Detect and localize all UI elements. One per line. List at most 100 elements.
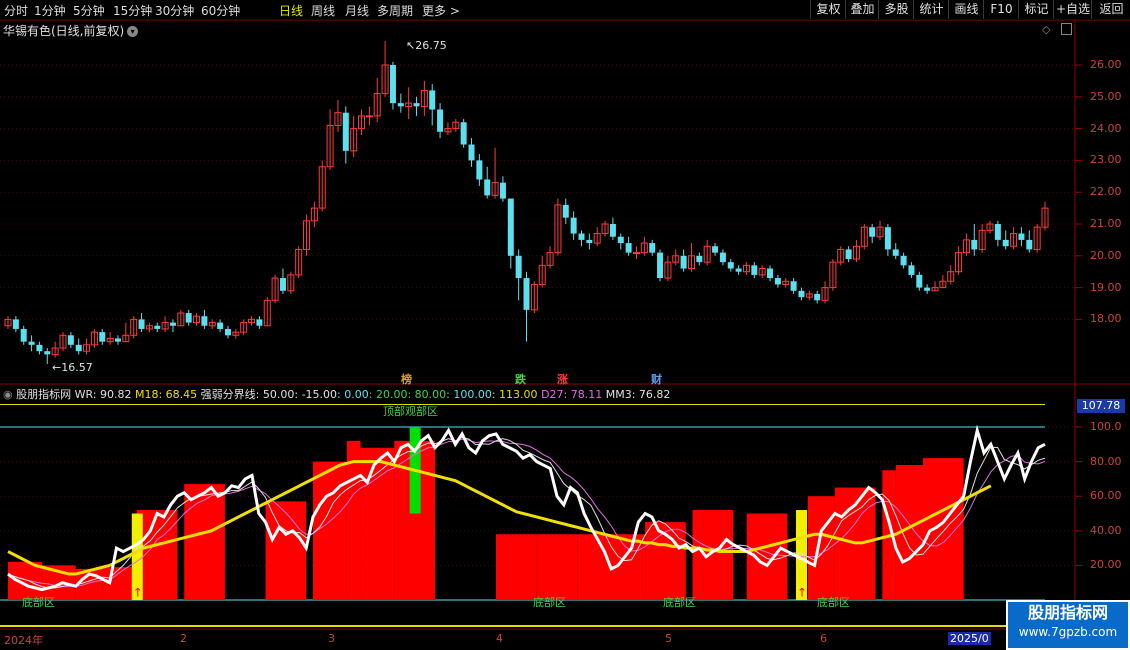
indicator-red-bar <box>346 440 361 600</box>
candle-body-down <box>185 313 192 323</box>
candle-body-down <box>515 255 522 279</box>
event-marker-bang[interactable]: 榜 <box>400 371 413 387</box>
candle-body-down <box>1018 233 1025 240</box>
zone-bottom-label: 底部区 <box>533 596 566 609</box>
candle-body-down <box>696 255 703 263</box>
candle-body-down <box>154 325 161 329</box>
zone-bottom-label: 底部区 <box>663 596 696 609</box>
kline-chart: ↑ ↑ <box>0 19 1130 650</box>
candle-body-down <box>892 249 899 256</box>
candle-body-down <box>727 262 734 269</box>
indicator-red-bar <box>136 510 178 600</box>
boundary-value-3: : 20.00 <box>368 388 408 401</box>
indicator-name[interactable]: 股朋指标网 <box>16 388 71 401</box>
indicator-red-bar <box>313 461 347 600</box>
candle-body-down <box>523 278 530 310</box>
candle-body-down <box>570 217 577 234</box>
signal-arrow: ↑ <box>797 586 807 600</box>
indicator-red-bar <box>807 496 835 600</box>
candle-body-down <box>609 224 616 237</box>
candle-body-down <box>578 233 585 240</box>
zone-bottom-label: 底部区 <box>22 596 55 609</box>
candle-body-down <box>256 319 263 326</box>
candle-body-down <box>719 252 726 263</box>
indicator-red-bar <box>184 484 225 600</box>
candle-body-down <box>99 332 106 342</box>
indicator-red-bar <box>360 447 395 600</box>
indicator-red-bar <box>692 510 734 600</box>
candle-body-down <box>680 255 687 269</box>
time-axis-label: 3 <box>328 632 335 645</box>
indicator-tick-label: 40.00 <box>1090 523 1122 537</box>
wr-label: WR: 90.82 <box>74 388 132 401</box>
candle-body-down <box>712 246 719 253</box>
candle-body-down <box>169 322 176 326</box>
d27-label: D27: 78.11 <box>541 388 603 401</box>
candle-body-down <box>735 268 742 272</box>
candle-body-down <box>67 335 74 345</box>
candle-body-down <box>884 227 891 250</box>
candle-body-down <box>908 265 915 275</box>
candle-body-down <box>217 322 224 329</box>
candle-body-down <box>36 344 43 352</box>
indicator-red-bar <box>923 458 964 600</box>
candle-body-down <box>476 160 483 180</box>
candle-body-up <box>365 115 373 118</box>
candle-body-down <box>869 227 876 237</box>
boundary-value-5: : 100.00 <box>446 388 492 401</box>
indicator-settings-icon[interactable]: ◉ <box>3 388 13 401</box>
boundary-value-1: : -15.00 <box>294 388 338 401</box>
zone-top-label: 顶部观部区 <box>383 405 438 418</box>
indicator-red-bar <box>746 513 788 600</box>
indicator-tick-label: 80.00 <box>1090 454 1122 468</box>
low-price-label: ←16.57 <box>52 361 93 374</box>
candle-body-down <box>617 236 624 244</box>
indicator-red-bar <box>265 501 307 600</box>
candle-body-down <box>499 182 506 199</box>
value-badge: 107.78 <box>1077 399 1125 413</box>
candle-body-down <box>468 144 475 161</box>
candle-body-down <box>845 249 852 259</box>
candle-body-down <box>28 341 35 345</box>
price-tick-label: 25.00 <box>1090 89 1122 103</box>
indicator-red-bar <box>496 534 537 600</box>
candle-body-down <box>774 278 781 285</box>
indicator-red-bar <box>536 534 578 600</box>
event-marker-zhang[interactable]: 涨 <box>556 371 569 387</box>
boundary-value-6: : 113.00 <box>491 388 538 401</box>
event-marker-die[interactable]: 跌 <box>514 371 527 387</box>
candle-body-down <box>279 278 286 291</box>
signal-arrow: ↑ <box>133 586 143 600</box>
candle-body-down <box>916 274 923 288</box>
zone-bottom-label: 底部区 <box>817 596 850 609</box>
time-axis-label: 4 <box>496 632 503 645</box>
event-marker-cai[interactable]: 财 <box>650 371 663 387</box>
candle-body-down <box>625 243 632 253</box>
candle-body-up <box>632 252 640 255</box>
candle-body-down <box>814 293 821 301</box>
candle-body-down <box>790 281 797 291</box>
candle-body-down <box>20 328 27 342</box>
candle-body-down <box>342 112 349 151</box>
candle-body-down <box>12 319 19 329</box>
candle-body-down <box>138 319 145 329</box>
price-tick-label: 26.00 <box>1090 58 1122 71</box>
candle-body-down <box>1002 239 1009 247</box>
time-axis-label: 2025/0 <box>948 632 991 645</box>
candle-body-down <box>971 239 978 250</box>
candle-body-down <box>397 103 404 107</box>
candle-body-down <box>429 90 436 110</box>
boundary-value-4: : 80.00 <box>407 388 447 401</box>
candle-body-down <box>413 103 420 107</box>
time-axis-label: 5 <box>665 632 672 645</box>
price-tick-label: 21.00 <box>1090 217 1122 230</box>
price-tick-label: 23.00 <box>1090 153 1122 167</box>
mm3-label: MM3: 76.82 <box>605 388 671 401</box>
candle-body-down <box>201 316 208 326</box>
indicator-tick-label: 100.0 <box>1090 420 1122 433</box>
time-axis-label: 2 <box>180 632 187 645</box>
candle-body-down <box>389 65 396 104</box>
candle-body-down <box>114 338 121 342</box>
indicator-header: ◉ 股朋指标网 WR: 90.82 M18: 68.45 强弱分界线: 50.0… <box>3 386 670 402</box>
price-tick-label: 19.00 <box>1090 280 1122 294</box>
